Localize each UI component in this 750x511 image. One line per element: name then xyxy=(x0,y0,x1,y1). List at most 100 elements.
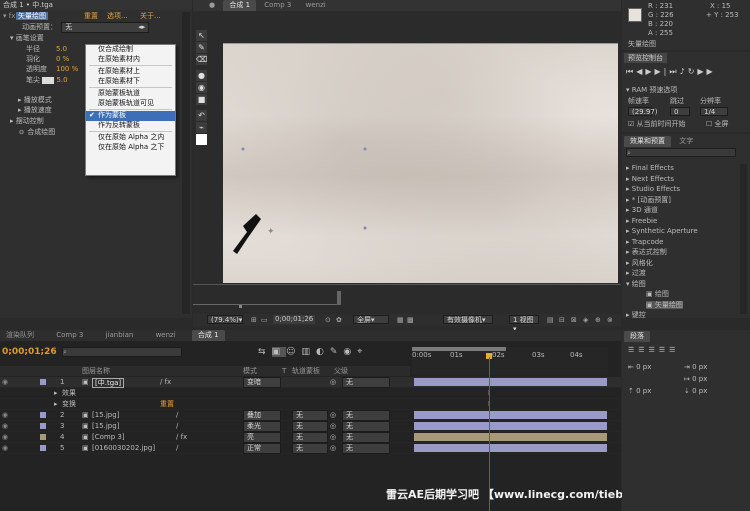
select-tool-icon[interactable]: ↖ xyxy=(196,30,207,42)
effect-row[interactable]: ▾ fx 矢量绘图 重置 选项... 关于... xyxy=(0,11,192,21)
viewer-option-icon-3[interactable]: ⊠ xyxy=(571,316,577,324)
eye-icon[interactable]: ◉ xyxy=(2,377,8,387)
layer-name[interactable]: [15.jpg] xyxy=(92,421,119,431)
menu-item-under-original[interactable]: 在原始素材下 xyxy=(86,77,175,87)
layer-search-input[interactable]: ⌕ xyxy=(62,347,182,357)
effects-item[interactable]: ▣ 绘图 xyxy=(626,289,738,300)
radius-value[interactable]: 5.0 xyxy=(56,44,67,54)
region-icon[interactable]: ▦ xyxy=(397,316,404,324)
layer-mode-select[interactable]: 柔光 xyxy=(243,421,281,432)
layer-duration-bar[interactable] xyxy=(414,433,607,441)
color-swatch-icon[interactable] xyxy=(196,134,207,146)
undo-tool-icon[interactable]: ↶ xyxy=(196,110,207,122)
effects-category[interactable]: ▸ 风格化 xyxy=(626,258,738,269)
effects-category[interactable]: ▸ Studio Effects xyxy=(626,184,738,195)
effects-category[interactable]: ▸ 键控 xyxy=(626,310,738,321)
switch-icon[interactable]: ∕ xyxy=(176,410,178,420)
layer-parent-select[interactable]: 无 xyxy=(342,377,390,388)
playback-mode[interactable]: ▸ 播放模式 xyxy=(18,95,52,105)
label-color[interactable] xyxy=(40,445,46,451)
loop-icon[interactable]: ↻ xyxy=(688,67,698,76)
brush-medium-icon[interactable]: ◉ xyxy=(196,82,207,94)
tab-render-queue[interactable]: 渲染队列 xyxy=(0,330,40,341)
menu-item-on-original[interactable]: 在原始素材上 xyxy=(86,67,175,77)
indent-left[interactable]: ⇤ 0 px xyxy=(628,362,651,372)
graph-editor-icon[interactable]: ◉ xyxy=(343,347,357,357)
rgb-channel-icon[interactable]: ✿ xyxy=(336,316,342,324)
prev-frame-icon[interactable]: ◀ xyxy=(636,67,645,76)
layer-trkmat-select[interactable]: 无 xyxy=(292,421,328,432)
effect-name[interactable]: 矢量绘图 xyxy=(16,12,48,20)
time-ruler[interactable]: 0:00s 01s 02s 03s 04s xyxy=(412,347,608,375)
space-before[interactable]: ⇡ 0 px xyxy=(628,386,651,396)
layer-row[interactable]: ◉ 2 ▣ [15.jpg] ∕ 叠加 无 ◎ 无 xyxy=(0,410,621,421)
layer-parent-select[interactable]: 无 xyxy=(342,421,390,432)
comp-canvas[interactable]: ✦ xyxy=(223,43,618,284)
framerate-select[interactable]: (29.97) xyxy=(628,107,658,116)
layer-row[interactable]: ◉ 5 ▣ [0160030202.jpg] ∕ 正常 无 ◎ 无 xyxy=(0,443,621,454)
first-frame-icon[interactable]: ⏮ xyxy=(626,67,636,76)
pickwhip-icon[interactable]: ◎ xyxy=(330,421,336,431)
layer-duration-bar[interactable] xyxy=(414,411,607,419)
zoom-select[interactable]: (79.4%)▾ xyxy=(207,315,243,324)
space-after[interactable]: ⇣ 0 px xyxy=(684,386,707,396)
layer-duration-bar[interactable] xyxy=(414,422,607,430)
views-select[interactable]: 1 视图▾ xyxy=(509,315,539,333)
justify-icon[interactable]: ☰ xyxy=(659,346,669,354)
ram-preview-icon[interactable]: ▶▶ xyxy=(697,67,715,76)
transform-reset-link[interactable]: 重置 xyxy=(160,399,174,409)
effects-category[interactable]: ▸ Freebie xyxy=(626,216,738,227)
wiggle-control[interactable]: ▸ 摆动控制 xyxy=(10,116,44,126)
label-color[interactable] xyxy=(40,412,46,418)
col-mode[interactable]: 模式 xyxy=(243,366,257,376)
viewer-tab-wenzi[interactable]: wenzi xyxy=(300,0,332,11)
layer-name[interactable]: [Comp 3] xyxy=(92,432,125,442)
pickwhip-icon[interactable]: ◎ xyxy=(330,443,336,453)
layer-name[interactable]: [0160030202.jpg] xyxy=(92,443,155,453)
eraser-tool-icon[interactable]: ⌫ xyxy=(196,54,207,66)
layer-parent-select[interactable]: 无 xyxy=(342,432,390,443)
reset-link[interactable]: 重置 xyxy=(84,11,98,21)
layer-name[interactable]: [中.tga] xyxy=(92,378,125,388)
menu-item-as-inverted-mask[interactable]: 作为反转蒙板 xyxy=(86,121,175,131)
label-color[interactable] xyxy=(40,423,46,429)
layer-duration-bar[interactable] xyxy=(414,444,607,452)
indent-right[interactable]: ⇥ 0 px xyxy=(684,362,707,372)
shy-icon[interactable]: ☺ xyxy=(286,347,301,357)
switch-icon[interactable]: ∕ xyxy=(176,421,178,431)
effects-category[interactable]: ▸ Trapcode xyxy=(626,237,738,248)
pen-swatch[interactable] xyxy=(42,76,55,84)
viewer-tab-comp1[interactable]: 合成 1 xyxy=(223,0,257,11)
motion-blur-icon[interactable]: ◐ xyxy=(316,347,330,357)
viewer-tab-comp3[interactable]: Comp 3 xyxy=(258,0,297,11)
menu-item-inside-alpha[interactable]: 仅在原始 Alpha 之内 xyxy=(86,133,175,143)
resolution-preview-select[interactable]: 1/4 xyxy=(700,107,728,116)
col-t[interactable]: T xyxy=(282,366,286,376)
viewer-timecode[interactable]: 0;00;01;26 xyxy=(273,315,316,324)
effects-search-input[interactable]: ⌕ xyxy=(626,148,736,157)
menu-item-composite-only[interactable]: 仅合成绘制 xyxy=(86,45,175,55)
pen-value[interactable]: 5.0 xyxy=(56,76,67,84)
tab-effects-presets[interactable]: 效果和预置 xyxy=(624,136,671,147)
opacity-value[interactable]: 100 % xyxy=(56,64,78,74)
label-color[interactable] xyxy=(40,434,46,440)
layer-property-effects[interactable]: ▸ 效果 I xyxy=(0,388,621,399)
from-current-checkbox[interactable]: ☑ 从当前时间开始 xyxy=(628,119,686,129)
effects-category[interactable]: ▸ Next Effects xyxy=(626,174,738,185)
comp-flowchart-icon[interactable]: ⇆ xyxy=(258,347,272,357)
col-trkmat[interactable]: 轨道蒙板 xyxy=(292,366,320,376)
pickwhip-icon[interactable]: ◎ xyxy=(330,410,336,420)
options-link[interactable]: 选项... xyxy=(107,11,128,21)
viewer-option-icon-1[interactable]: ▤ xyxy=(547,316,554,324)
viewer-option-icon-6[interactable]: ⊗ xyxy=(607,316,613,324)
layer-row[interactable]: ◉ 3 ▣ [15.jpg] ∕ 柔光 无 ◎ 无 xyxy=(0,421,621,432)
effects-scrollbar[interactable] xyxy=(740,164,747,314)
menu-item-under-alpha[interactable]: 仅在原始 Alpha 之下 xyxy=(86,143,175,153)
align-right-icon[interactable]: ☰ xyxy=(649,346,659,354)
eye-icon[interactable]: ◉ xyxy=(2,421,8,431)
menu-item-inside-original[interactable]: 在原始素材内 xyxy=(86,55,175,65)
viewer-tab-menu[interactable]: ● xyxy=(203,0,221,11)
layer-mode-select[interactable]: 变暗 xyxy=(243,377,281,388)
tab-wenzi[interactable]: wenzi xyxy=(150,330,182,341)
pickwhip-icon[interactable]: ◎ xyxy=(330,432,336,442)
